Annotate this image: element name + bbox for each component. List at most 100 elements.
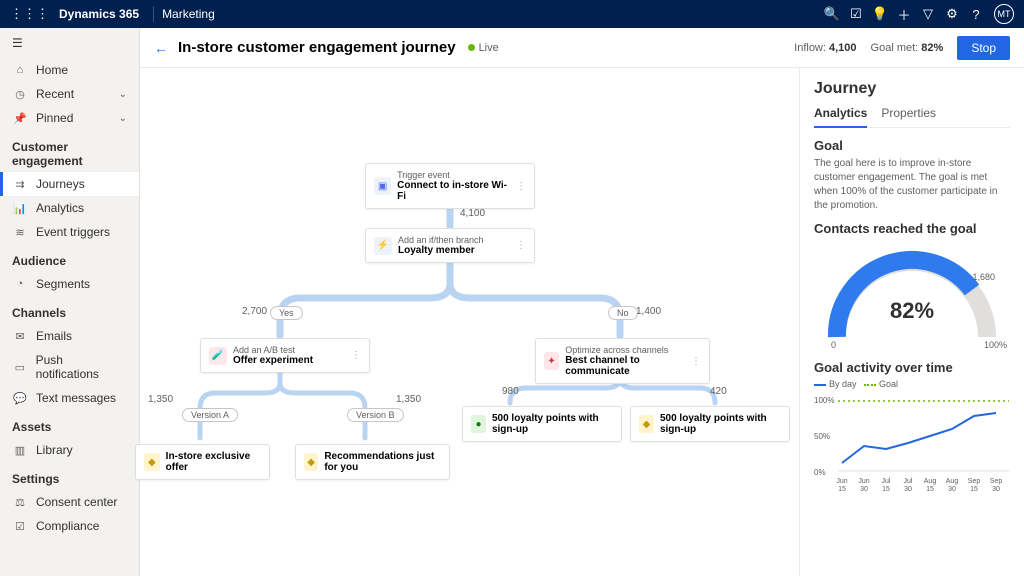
- offer-icon: ◆: [304, 453, 318, 471]
- sidebar-item-label: Analytics: [36, 201, 84, 215]
- gauge-percent: 82%: [817, 298, 1007, 324]
- sidebar-section-header: Settings: [0, 462, 139, 490]
- sidebar-section-header: Customer engagement: [0, 130, 139, 172]
- node-title: Recommendations just for you: [324, 451, 441, 473]
- section-header: Goal activity over time: [814, 360, 1010, 375]
- help-icon[interactable]: ?: [964, 7, 988, 22]
- node-optimize[interactable]: ✦ Optimize across channelsBest channel t…: [535, 338, 710, 384]
- node-subtitle: Add an if/then branch: [398, 235, 484, 245]
- count-label: 980: [502, 386, 519, 397]
- more-icon[interactable]: ⋮: [510, 181, 526, 192]
- section-header: Goal: [814, 138, 1010, 153]
- sidebar: ☰ ⌂Home ◷Recent⌄ 📌 Pinned ⌄ Customer engag…: [0, 28, 140, 576]
- svg-text:15: 15: [838, 486, 846, 493]
- more-icon[interactable]: ⋮: [345, 350, 361, 361]
- svg-text:Jul: Jul: [904, 478, 913, 485]
- push-icon: ▭: [12, 361, 28, 374]
- page-header: ← In-store customer engagement journey L…: [140, 28, 1024, 68]
- node-title: 500 loyalty points with sign-up: [660, 413, 781, 435]
- count-label: 1,350: [148, 394, 173, 405]
- filter-icon[interactable]: ▽: [916, 6, 940, 22]
- tab-properties[interactable]: Properties: [881, 106, 936, 127]
- svg-text:Sep: Sep: [968, 478, 981, 485]
- task-icon[interactable]: ☑: [844, 6, 868, 22]
- sidebar-item-push[interactable]: ▭ Push notifications: [0, 348, 139, 386]
- sidebar-section-header: Channels: [0, 296, 139, 324]
- chevron-down-icon: ⌄: [119, 113, 127, 124]
- sidebar-item-segments[interactable]: ◔Segments: [0, 272, 139, 296]
- sidebar-section-header: Assets: [0, 410, 139, 438]
- y-tick: 0%: [814, 468, 826, 477]
- back-arrow-icon[interactable]: ←: [154, 40, 168, 56]
- sidebar-item-label: Pinned: [36, 111, 73, 125]
- sidebar-item-label: Event triggers: [36, 225, 110, 239]
- tab-analytics[interactable]: Analytics: [814, 106, 867, 128]
- sidebar-item-compliance[interactable]: ☑ Compliance: [0, 514, 139, 538]
- node-if-then[interactable]: ⚡ Add an if/then branchLoyalty member ⋮: [365, 228, 535, 263]
- node-trigger-event[interactable]: ▣ Trigger eventConnect to in-store Wi-Fi…: [365, 163, 535, 209]
- sidebar-item-label: Text messages: [36, 391, 116, 405]
- node-title: Connect to in-store Wi-Fi: [397, 180, 510, 202]
- node-title: Best channel to communicate: [565, 355, 685, 377]
- goal-gauge: 82% 0 100% 1,680: [817, 242, 1007, 352]
- pin-icon: 📌: [12, 112, 28, 125]
- user-avatar[interactable]: MT: [994, 4, 1014, 24]
- library-icon: ▥: [12, 444, 28, 457]
- sidebar-section-header: Audience: [0, 244, 139, 272]
- svg-text:15: 15: [882, 486, 890, 493]
- branch-pill-no: No: [608, 306, 638, 320]
- sidebar-item-emails[interactable]: ✉Emails: [0, 324, 139, 348]
- brand-name: Dynamics 365: [59, 7, 139, 21]
- settings-gear-icon[interactable]: ⚙: [940, 6, 964, 22]
- branch-pill-version-b: Version B: [347, 408, 404, 422]
- more-icon[interactable]: ⋮: [510, 240, 526, 251]
- svg-text:Jun: Jun: [836, 478, 847, 485]
- status-indicator-icon: [468, 44, 475, 51]
- legend-swatch-icon: [814, 384, 826, 386]
- count-label: 420: [710, 386, 727, 397]
- points-icon: ●: [471, 415, 486, 433]
- branch-icon: ⚡: [374, 237, 392, 255]
- svg-text:Jun: Jun: [858, 478, 869, 485]
- count-label: 4,100: [460, 208, 485, 219]
- node-ab-test[interactable]: 🧪 Add an A/B testOffer experiment ⋮: [200, 338, 370, 373]
- sidebar-item-label: Push notifications: [36, 353, 127, 381]
- clock-icon: ◷: [12, 88, 28, 101]
- add-icon[interactable]: ＋: [892, 5, 916, 24]
- app-launcher-icon[interactable]: ⋮⋮⋮: [10, 6, 49, 22]
- offer-icon: ◆: [144, 453, 160, 471]
- assist-icon[interactable]: 💡: [868, 6, 892, 22]
- sidebar-item-library[interactable]: ▥ Library: [0, 438, 139, 462]
- sidebar-item-label: Journeys: [36, 177, 85, 191]
- sidebar-item-triggers[interactable]: ≋Event triggers: [0, 220, 139, 244]
- search-icon[interactable]: 🔍: [820, 6, 844, 22]
- sidebar-item-sms[interactable]: 💬Text messages: [0, 386, 139, 410]
- node-action[interactable]: ◆ In-store exclusive offer: [135, 444, 270, 480]
- more-icon[interactable]: ⋮: [685, 356, 701, 367]
- status-text: Live: [479, 42, 499, 54]
- activity-chart: 100% 50% 0% Jun15 Jun30 Jul15 Jul30 Aug1…: [814, 391, 1009, 501]
- count-label: 1,400: [636, 306, 661, 317]
- node-action[interactable]: ● 500 loyalty points with sign-up: [462, 406, 622, 442]
- sidebar-item-recent[interactable]: ◷Recent⌄: [0, 82, 139, 106]
- sidebar-item-label: Compliance: [36, 519, 99, 533]
- inflow-stat: Inflow: 4,100: [794, 42, 856, 54]
- sidebar-item-label: Library: [36, 443, 73, 457]
- sidebar-item-label: Emails: [36, 329, 72, 343]
- legend-swatch-icon: [864, 384, 876, 386]
- sidebar-item-consent[interactable]: ⚖Consent center: [0, 490, 139, 514]
- sidebar-item-analytics[interactable]: 📊Analytics: [0, 196, 139, 220]
- sidebar-item-pinned[interactable]: 📌 Pinned ⌄: [0, 106, 139, 130]
- sidebar-toggle-icon[interactable]: ☰: [0, 28, 139, 58]
- svg-text:30: 30: [992, 486, 1000, 493]
- node-action[interactable]: ◆ 500 loyalty points with sign-up: [630, 406, 790, 442]
- node-subtitle: Trigger event: [397, 170, 510, 180]
- stop-button[interactable]: Stop: [957, 36, 1010, 60]
- sidebar-item-journeys[interactable]: ⇉Journeys: [0, 172, 139, 196]
- count-label: 2,700: [242, 306, 267, 317]
- journey-canvas[interactable]: ▣ Trigger eventConnect to in-store Wi-Fi…: [140, 68, 799, 576]
- sidebar-item-home[interactable]: ⌂Home: [0, 58, 139, 82]
- wifi-icon: ▣: [374, 177, 391, 195]
- node-action[interactable]: ◆ Recommendations just for you: [295, 444, 450, 480]
- compliance-icon: ☑: [12, 520, 28, 533]
